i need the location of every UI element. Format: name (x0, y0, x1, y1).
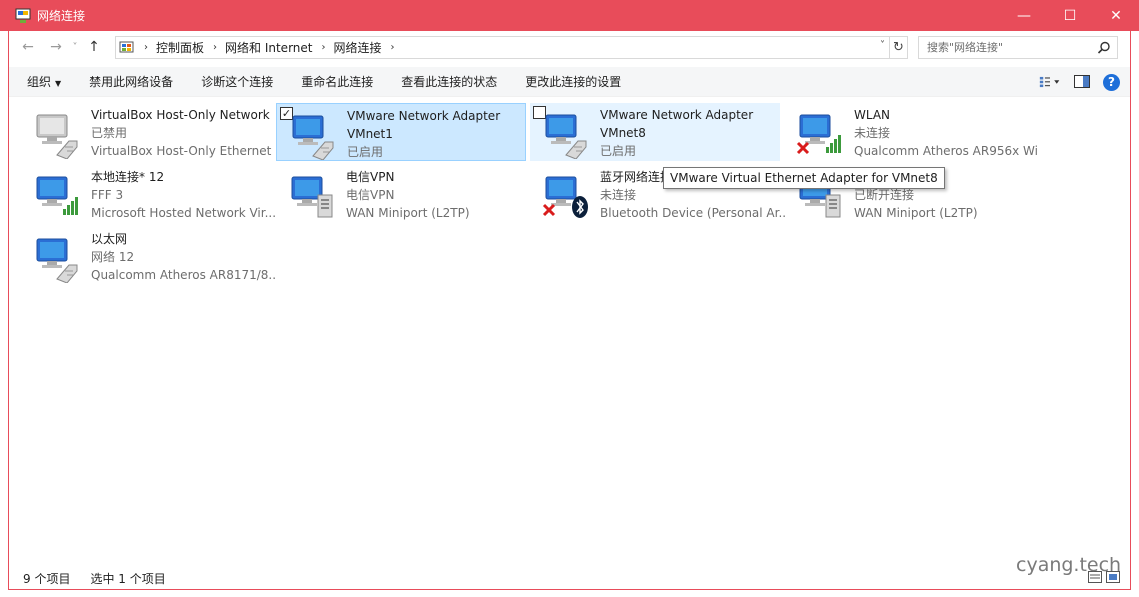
connection-device: WAN Miniport (L2TP) (854, 206, 978, 220)
connection-name: 以太网 (91, 232, 128, 246)
diagnose-connection-button[interactable]: 诊断这个连接 (187, 73, 287, 90)
connection-item-telecom-vpn[interactable]: 电信VPN 电信VPN WAN Miniport (L2TP) (276, 165, 526, 223)
refresh-button[interactable]: ↻ (890, 36, 908, 59)
connection-name: 电信VPN (346, 170, 395, 184)
connection-device: VirtualBox Host-Only Ethernet ... (91, 144, 276, 158)
ethernet-icon (287, 108, 339, 161)
connection-status: 已启用 (600, 144, 637, 158)
connection-device: Microsoft Hosted Network Vir... (91, 206, 276, 220)
connection-status: 未连接 (854, 126, 891, 140)
connection-name: 本地连接* 12 (91, 170, 165, 184)
wifi-icon (794, 107, 846, 159)
view-status-button[interactable]: 查看此连接的状态 (387, 73, 511, 90)
connection-item-wlan[interactable]: WLAN 未连接 Qualcomm Atheros AR956x Wi... (784, 103, 1039, 161)
connection-name: VMware Network Adapter (347, 109, 501, 123)
breadcrumb-separator[interactable]: › (321, 42, 325, 53)
address-row: ← → ˅ ↑ › 控制面板 › 网络和 Internet › 网络连接 › ˅ (9, 31, 1130, 63)
connection-name: VirtualBox Host-Only Network (91, 108, 270, 122)
wifi-icon (31, 169, 83, 221)
connection-item-vmnet8[interactable]: VMware Network Adapter VMnet8 已启用 (530, 103, 780, 161)
connection-status: 已禁用 (91, 126, 128, 140)
back-button[interactable]: ← (17, 36, 39, 58)
chevron-down-icon: ▼ (55, 79, 62, 88)
watermark-text: cyang.tech (1016, 554, 1122, 576)
up-button[interactable]: ↑ (83, 36, 105, 58)
search-input[interactable] (927, 37, 1099, 58)
breadcrumb-network-connections[interactable]: 网络连接 (333, 39, 381, 56)
address-bar[interactable]: › 控制面板 › 网络和 Internet › 网络连接 › ˅ (115, 36, 890, 59)
breadcrumb-network-internet[interactable]: 网络和 Internet (225, 39, 312, 56)
breadcrumb-separator[interactable]: › (213, 42, 217, 53)
breadcrumb-control-panel[interactable]: 控制面板 (156, 39, 204, 56)
close-button[interactable]: ✕ (1093, 0, 1139, 31)
connection-name-line2: VMnet8 (600, 126, 646, 140)
status-bar: 9 个项目 选中 1 个项目 (9, 567, 1130, 589)
connection-name-line2: VMnet1 (347, 127, 393, 141)
search-box[interactable] (918, 36, 1118, 59)
tooltip: VMware Virtual Ethernet Adapter for VMne… (663, 167, 945, 189)
ethernet-icon (31, 107, 83, 160)
preview-pane-icon (1074, 75, 1090, 88)
recent-locations-button[interactable]: ˅ (69, 36, 81, 58)
network-connections-icon (15, 8, 31, 24)
connection-item-ethernet[interactable]: 以太网 网络 12 Qualcomm Atheros AR8171/8... (21, 227, 276, 285)
connection-status: 已启用 (347, 145, 384, 159)
connection-item-virtualbox[interactable]: VirtualBox Host-Only Network 已禁用 Virtual… (21, 103, 276, 161)
command-bar: 组织 ▼ 禁用此网络设备 诊断这个连接 重命名此连接 查看此连接的状态 更改此连接… (9, 67, 1130, 97)
change-settings-button[interactable]: 更改此连接的设置 (511, 73, 635, 90)
connection-item-vmnet1[interactable]: ✓ VMware Network Adapter VMnet1 已启用 (276, 103, 526, 161)
connection-status: FFF 3 (91, 188, 124, 202)
explorer-window: ← → ˅ ↑ › 控制面板 › 网络和 Internet › 网络连接 › ˅ (8, 31, 1131, 590)
breadcrumb-separator: › (144, 42, 148, 53)
control-panel-icon (119, 40, 135, 56)
forward-button[interactable]: → (45, 36, 67, 58)
breadcrumb-separator[interactable]: › (391, 42, 395, 53)
connection-name: VMware Network Adapter (600, 108, 754, 122)
connection-device: WAN Miniport (L2TP) (346, 206, 470, 220)
connection-status: 电信VPN (346, 188, 395, 202)
change-view-button[interactable] (1039, 72, 1061, 92)
minimize-button[interactable]: — (1001, 0, 1047, 31)
preview-pane-button[interactable] (1071, 72, 1093, 92)
search-icon[interactable] (1097, 41, 1111, 55)
connections-list: VirtualBox Host-Only Network 已禁用 Virtual… (9, 103, 1130, 563)
title-bar[interactable]: 网络连接 — ☐ ✕ (0, 0, 1139, 31)
window-title: 网络连接 (37, 9, 86, 23)
vpn-icon (286, 169, 338, 221)
connection-status: 网络 12 (91, 250, 135, 264)
view-options-icon (1039, 76, 1060, 88)
help-button[interactable]: ? (1103, 73, 1120, 91)
connection-device: Qualcomm Atheros AR956x Wi... (854, 144, 1039, 158)
ethernet-icon (31, 231, 83, 284)
bluetooth-icon (540, 169, 592, 221)
organize-button[interactable]: 组织 ▼ (9, 73, 75, 90)
connection-item-local-12[interactable]: 本地连接* 12 FFF 3 Microsoft Hosted Network … (21, 165, 276, 223)
ethernet-icon (540, 107, 592, 160)
address-dropdown-button[interactable]: ˅ (880, 40, 885, 51)
connection-device: Bluetooth Device (Personal Ar... (600, 206, 785, 220)
connection-name: WLAN (854, 108, 891, 122)
connection-device: Qualcomm Atheros AR8171/8... (91, 268, 276, 282)
rename-connection-button[interactable]: 重命名此连接 (287, 73, 387, 90)
disable-device-button[interactable]: 禁用此网络设备 (75, 73, 187, 90)
selected-count: 选中 1 个项目 (90, 571, 166, 586)
item-count: 9 个项目 (23, 571, 71, 586)
maximize-button[interactable]: ☐ (1047, 0, 1093, 31)
